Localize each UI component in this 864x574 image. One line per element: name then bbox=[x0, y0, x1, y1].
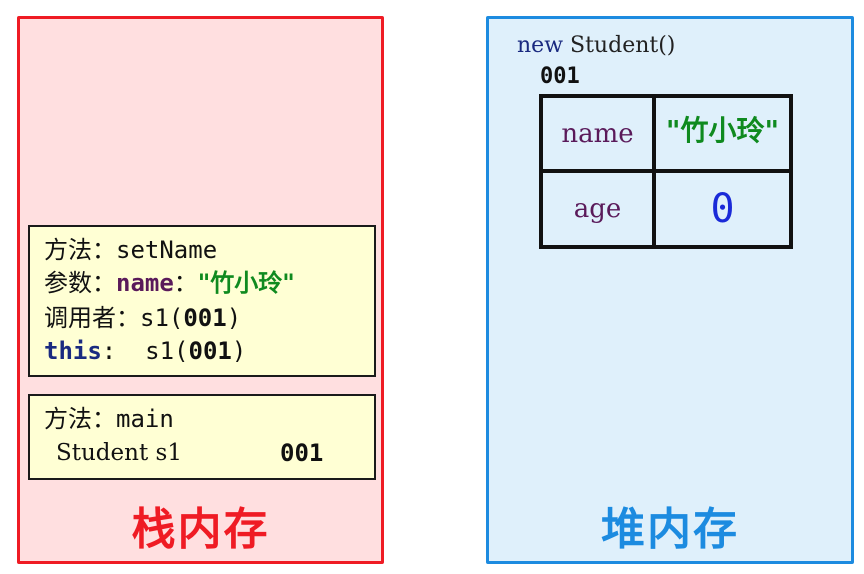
param-value: "竹小玲" bbox=[197, 269, 295, 297]
new-keyword: new bbox=[517, 33, 564, 58]
method-label: 方法： bbox=[44, 236, 116, 264]
new-class-call: Student() bbox=[563, 33, 676, 58]
stack-memory-panel: 方法：setName 参数：name："竹小玲" 调用者：s1(001) thi… bbox=[17, 16, 384, 564]
field-name-cell: name bbox=[543, 98, 656, 173]
memory-diagram: 方法：setName 参数：name："竹小玲" 调用者：s1(001) thi… bbox=[0, 0, 864, 574]
field-name-cell: age bbox=[543, 173, 656, 245]
method-name: setName bbox=[116, 236, 218, 264]
caller-address: 001 bbox=[183, 304, 227, 332]
this-value-suffix: ) bbox=[231, 337, 247, 365]
param-name: name bbox=[116, 269, 174, 297]
this-value-prefix: s1( bbox=[145, 337, 189, 365]
param-label: 参数： bbox=[44, 269, 116, 297]
field-age-value: 0 bbox=[710, 186, 735, 232]
field-name-value: "竹小玲" bbox=[665, 113, 780, 147]
heap-memory-panel: new Student() 001 name "竹小玲" age 0 堆内存 bbox=[486, 16, 854, 564]
stack-frame-main: 方法：main Student s1 001 bbox=[28, 394, 376, 480]
this-address: 001 bbox=[188, 337, 232, 365]
stack-title: 栈内存 bbox=[131, 504, 270, 555]
field-name-label: name bbox=[561, 118, 634, 149]
main-method-line: 方法：main bbox=[44, 404, 174, 434]
object-fields-table: name "竹小玲" age 0 bbox=[539, 94, 793, 249]
main-var-decl: Student s1 bbox=[56, 440, 182, 466]
method-label: 方法： bbox=[44, 405, 116, 433]
stack-frame-setname: 方法：setName 参数：name："竹小玲" 调用者：s1(001) thi… bbox=[28, 225, 376, 377]
this-keyword: this bbox=[44, 337, 102, 365]
param-separator: ： bbox=[173, 269, 198, 297]
setname-this-line: this: s1(001) bbox=[44, 336, 246, 366]
new-expression: new Student() bbox=[517, 31, 675, 61]
field-value-cell: 0 bbox=[656, 173, 789, 245]
method-name: main bbox=[116, 405, 174, 433]
setname-method-line: 方法：setName bbox=[44, 235, 217, 265]
field-age-label: age bbox=[573, 194, 622, 224]
caller-value-prefix: s1( bbox=[140, 304, 184, 332]
setname-caller-line: 调用者：s1(001) bbox=[44, 303, 241, 333]
setname-param-line: 参数：name："竹小玲" bbox=[44, 268, 295, 298]
caller-label: 调用者： bbox=[44, 304, 140, 332]
field-value-cell: "竹小玲" bbox=[656, 98, 789, 173]
caller-value-suffix: ) bbox=[226, 304, 242, 332]
this-separator: : bbox=[101, 337, 146, 365]
main-var-value: 001 bbox=[280, 439, 324, 467]
object-address: 001 bbox=[540, 64, 580, 89]
heap-title: 堆内存 bbox=[601, 504, 739, 555]
